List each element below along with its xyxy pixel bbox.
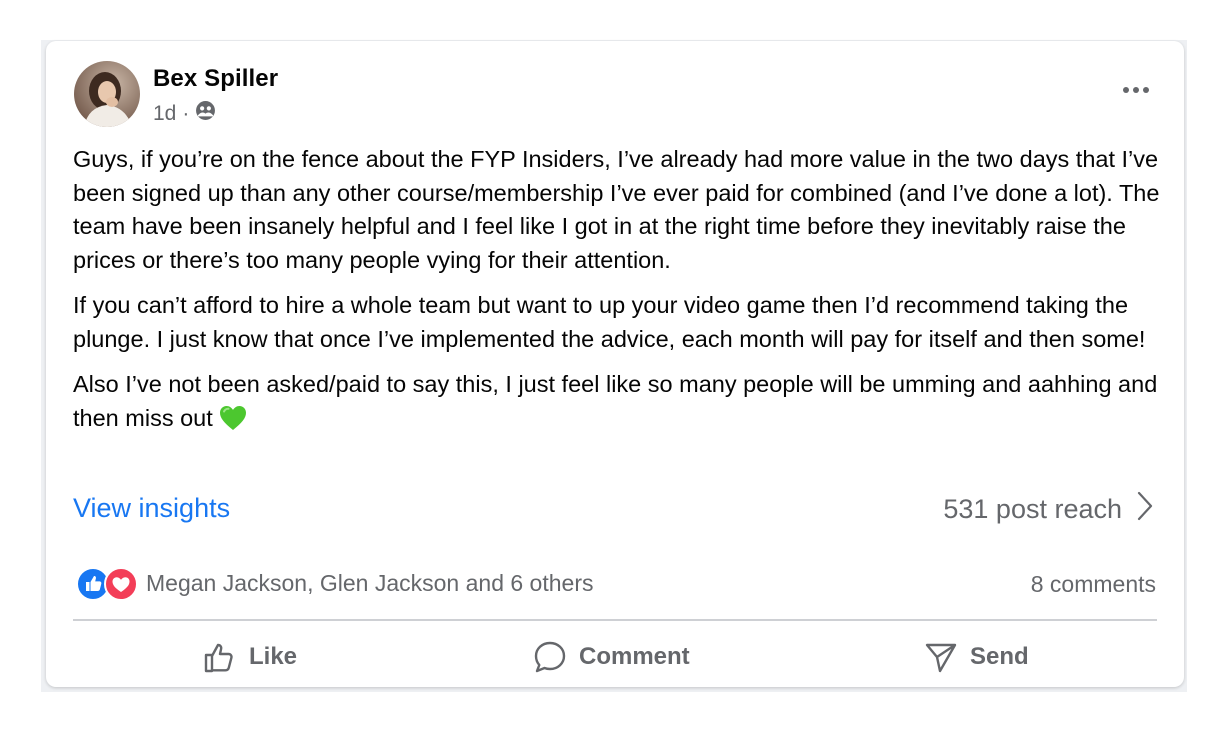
reaction-icons bbox=[76, 567, 138, 601]
meta-separator: · bbox=[182, 101, 190, 125]
post-paragraph-last: Also I’ve not been asked/paid to say thi… bbox=[73, 368, 1168, 435]
post-text: Guys, if you’re on the fence about the F… bbox=[73, 143, 1168, 447]
comments-count[interactable]: 8 comments bbox=[1031, 571, 1156, 598]
reactions-summary[interactable]: Megan Jackson, Glen Jackson and 6 others bbox=[76, 567, 594, 601]
post-card: Bex Spiller 1d · Guys, if you’re on the … bbox=[46, 41, 1184, 687]
more-dot-icon bbox=[1133, 87, 1139, 93]
friends-icon[interactable] bbox=[195, 100, 216, 127]
love-reaction-icon bbox=[104, 567, 138, 601]
post-reach-label: 531 post reach bbox=[943, 494, 1122, 524]
comment-icon bbox=[533, 640, 567, 674]
reactors-text: Megan Jackson, Glen Jackson and 6 others bbox=[146, 569, 594, 596]
post-time[interactable]: 1d bbox=[153, 102, 176, 126]
post-paragraph: Guys, if you’re on the fence about the F… bbox=[73, 146, 1160, 273]
send-button[interactable]: Send bbox=[924, 635, 1029, 679]
post-paragraph: If you can’t afford to hire a whole team… bbox=[73, 292, 1146, 352]
like-button[interactable]: Like bbox=[203, 635, 297, 679]
post-reach[interactable]: 531 post reach bbox=[943, 491, 1154, 528]
post-meta: 1d · bbox=[153, 100, 216, 127]
author-name[interactable]: Bex Spiller bbox=[153, 65, 278, 93]
send-label: Send bbox=[970, 643, 1029, 670]
like-label: Like bbox=[249, 643, 298, 670]
avatar[interactable] bbox=[74, 61, 140, 127]
more-dot-icon bbox=[1143, 87, 1149, 93]
more-options-button[interactable] bbox=[1116, 77, 1156, 103]
view-insights-link[interactable]: View insights bbox=[73, 493, 230, 524]
thumbs-up-icon bbox=[203, 640, 237, 674]
more-dot-icon bbox=[1123, 87, 1129, 93]
send-icon bbox=[924, 640, 958, 674]
green-heart-emoji bbox=[219, 405, 247, 431]
divider bbox=[73, 619, 1157, 621]
comment-button[interactable]: Comment bbox=[533, 635, 690, 679]
chevron-right-icon bbox=[1136, 491, 1154, 528]
comment-label: Comment bbox=[579, 643, 690, 670]
